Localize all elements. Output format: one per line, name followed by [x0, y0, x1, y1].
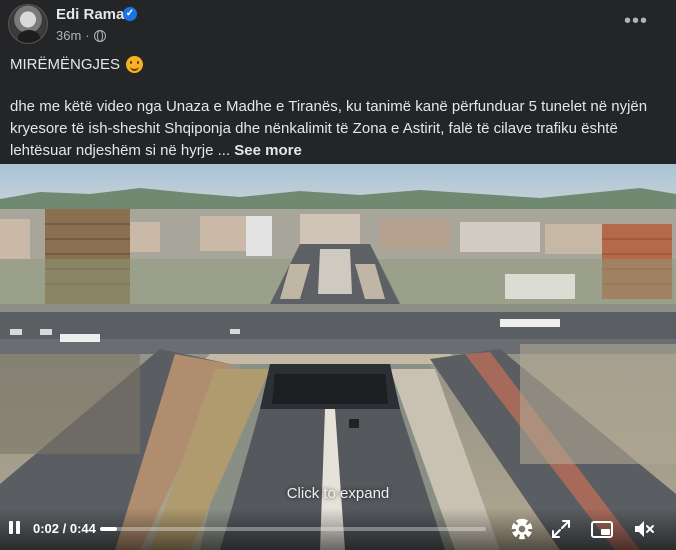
volume-muted-icon[interactable] [632, 517, 656, 541]
post-meta: 36m · [56, 28, 106, 43]
video-progress-bar[interactable] [100, 527, 486, 531]
more-options-icon[interactable]: ••• [618, 6, 654, 42]
post-greeting: MIRËMËNGJES [10, 56, 144, 73]
avatar[interactable] [8, 4, 48, 44]
picture-in-picture-icon[interactable] [590, 517, 614, 541]
click-to-expand-hint[interactable]: Click to expand [0, 485, 676, 502]
video-player[interactable]: Click to expand 0:02 / 0:44 [0, 164, 676, 550]
post-body: dhe me këtë video nga Unaza e Madhe e Ti… [10, 96, 666, 162]
post-body-text: dhe me këtë video nga Unaza e Madhe e Ti… [10, 98, 648, 159]
video-time: 0:02 / 0:44 [33, 521, 96, 536]
smiling-face-emoji [126, 56, 144, 73]
gear-icon[interactable] [510, 517, 534, 541]
post-header: Edi Rama ✓ 36m · ••• [0, 0, 676, 50]
expand-icon[interactable] [549, 517, 573, 541]
pause-icon[interactable] [8, 520, 22, 536]
globe-icon [93, 29, 106, 42]
see-more-link[interactable]: See more [234, 142, 302, 159]
author-name[interactable]: Edi Rama [56, 6, 124, 23]
verified-badge-icon: ✓ [123, 7, 137, 21]
video-controls: 0:02 / 0:44 [0, 508, 676, 550]
post-timestamp[interactable]: 36m [56, 28, 81, 43]
video-progress-fill [100, 527, 118, 531]
greeting-text: MIRËMËNGJES [10, 56, 121, 73]
